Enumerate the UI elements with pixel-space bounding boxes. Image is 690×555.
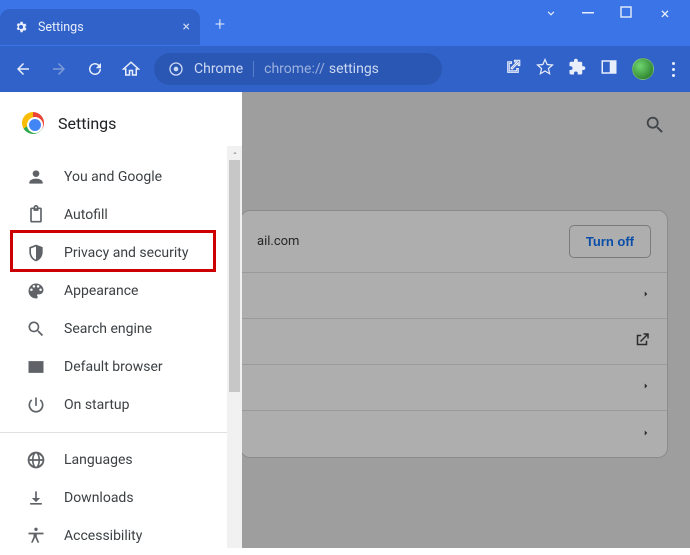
account-row[interactable]: ail.com Turn off: [241, 211, 667, 273]
sidebar-item-label: On startup: [64, 397, 130, 413]
omnibox-divider: [253, 61, 254, 77]
scrollbar-up-icon[interactable]: [227, 146, 242, 160]
turn-off-button[interactable]: Turn off: [569, 225, 651, 258]
clipboard-icon: [26, 205, 46, 225]
sidebar-item-privacy[interactable]: Privacy and security: [0, 234, 242, 272]
profile-avatar[interactable]: [632, 58, 654, 80]
minimize-button[interactable]: [582, 6, 596, 20]
browser-icon: [26, 357, 46, 377]
sidebar-item-label: You and Google: [64, 169, 162, 185]
window-controls: ×: [544, 0, 690, 20]
chevron-down-icon[interactable]: [544, 6, 558, 20]
chevron-right-icon: [641, 288, 651, 303]
omnibox-path: settings: [329, 61, 379, 77]
chevron-right-icon: [641, 380, 651, 395]
chrome-logo-icon: [22, 112, 44, 134]
titlebar: Settings × + ×: [0, 0, 690, 46]
omnibox-scheme: chrome://: [264, 61, 325, 77]
share-icon[interactable]: [504, 58, 522, 80]
account-email-fragment: ail.com: [257, 234, 299, 249]
sidebar-item-label: Autofill: [64, 207, 108, 223]
sidebar-item-label: Languages: [64, 452, 133, 468]
kebab-menu-icon[interactable]: [672, 62, 676, 77]
content-area: ail.com Turn off Settings You and Google…: [0, 92, 690, 548]
forward-button[interactable]: [44, 54, 74, 84]
sidebar-item-label: Appearance: [64, 283, 138, 299]
settings-card: ail.com Turn off: [240, 210, 668, 458]
sidebar-item-label: Privacy and security: [64, 245, 188, 261]
scrollbar-thumb[interactable]: [229, 160, 240, 392]
sidebar-item-autofill[interactable]: Autofill: [0, 196, 242, 234]
omnibox[interactable]: Chrome chrome://settings: [154, 53, 442, 85]
palette-icon: [26, 281, 46, 301]
panel-icon[interactable]: [600, 58, 618, 80]
sidebar-scrollbar[interactable]: [227, 146, 242, 548]
sidebar-item-search-engine[interactable]: Search engine: [0, 310, 242, 348]
sidebar-item-default-browser[interactable]: Default browser: [0, 348, 242, 386]
window-close-button[interactable]: ×: [658, 6, 672, 20]
settings-row[interactable]: [241, 273, 667, 319]
sidebar-item-downloads[interactable]: Downloads: [0, 479, 242, 517]
omnibox-prefix: Chrome: [194, 61, 243, 77]
maximize-button[interactable]: [620, 6, 634, 20]
person-icon: [26, 167, 46, 187]
sidebar-item-label: Accessibility: [64, 528, 142, 544]
chevron-right-icon: [641, 427, 651, 442]
reload-button[interactable]: [80, 54, 110, 84]
sidebar-item-label: Default browser: [64, 359, 163, 375]
close-icon[interactable]: ×: [183, 19, 190, 35]
toolbar: Chrome chrome://settings: [0, 46, 690, 92]
sidebar-item-on-startup[interactable]: On startup: [0, 386, 242, 424]
settings-row[interactable]: [241, 411, 667, 457]
bookmark-icon[interactable]: [536, 58, 554, 80]
back-button[interactable]: [8, 54, 38, 84]
sidebar-header: Settings: [0, 92, 242, 150]
sidebar-separator: [0, 432, 242, 433]
sidebar-item-you-and-google[interactable]: You and Google: [0, 158, 242, 196]
shield-icon: [26, 243, 46, 263]
tab-title: Settings: [38, 20, 84, 35]
gear-icon: [14, 20, 28, 34]
search-icon: [26, 319, 46, 339]
sidebar-list: You and Google Autofill Privacy and secu…: [0, 150, 242, 555]
sidebar-item-languages[interactable]: Languages: [0, 441, 242, 479]
toolbar-right: [504, 58, 682, 80]
settings-row[interactable]: [241, 365, 667, 411]
sidebar-item-label: Downloads: [64, 490, 134, 506]
settings-row[interactable]: [241, 319, 667, 365]
sidebar: Settings You and Google Autofill Privacy…: [0, 92, 242, 548]
open-external-icon: [633, 331, 651, 353]
power-icon: [26, 395, 46, 415]
chrome-icon: [168, 61, 184, 77]
globe-icon: [26, 450, 46, 470]
accessibility-icon: [26, 526, 46, 546]
extensions-icon[interactable]: [568, 58, 586, 80]
home-button[interactable]: [116, 54, 146, 84]
sidebar-item-label: Search engine: [64, 321, 152, 337]
sidebar-item-accessibility[interactable]: Accessibility: [0, 517, 242, 555]
sidebar-title: Settings: [58, 114, 116, 133]
browser-tab[interactable]: Settings ×: [0, 9, 200, 45]
sidebar-item-appearance[interactable]: Appearance: [0, 272, 242, 310]
new-tab-button[interactable]: +: [206, 10, 234, 38]
settings-search-button[interactable]: [644, 114, 666, 140]
download-icon: [26, 488, 46, 508]
